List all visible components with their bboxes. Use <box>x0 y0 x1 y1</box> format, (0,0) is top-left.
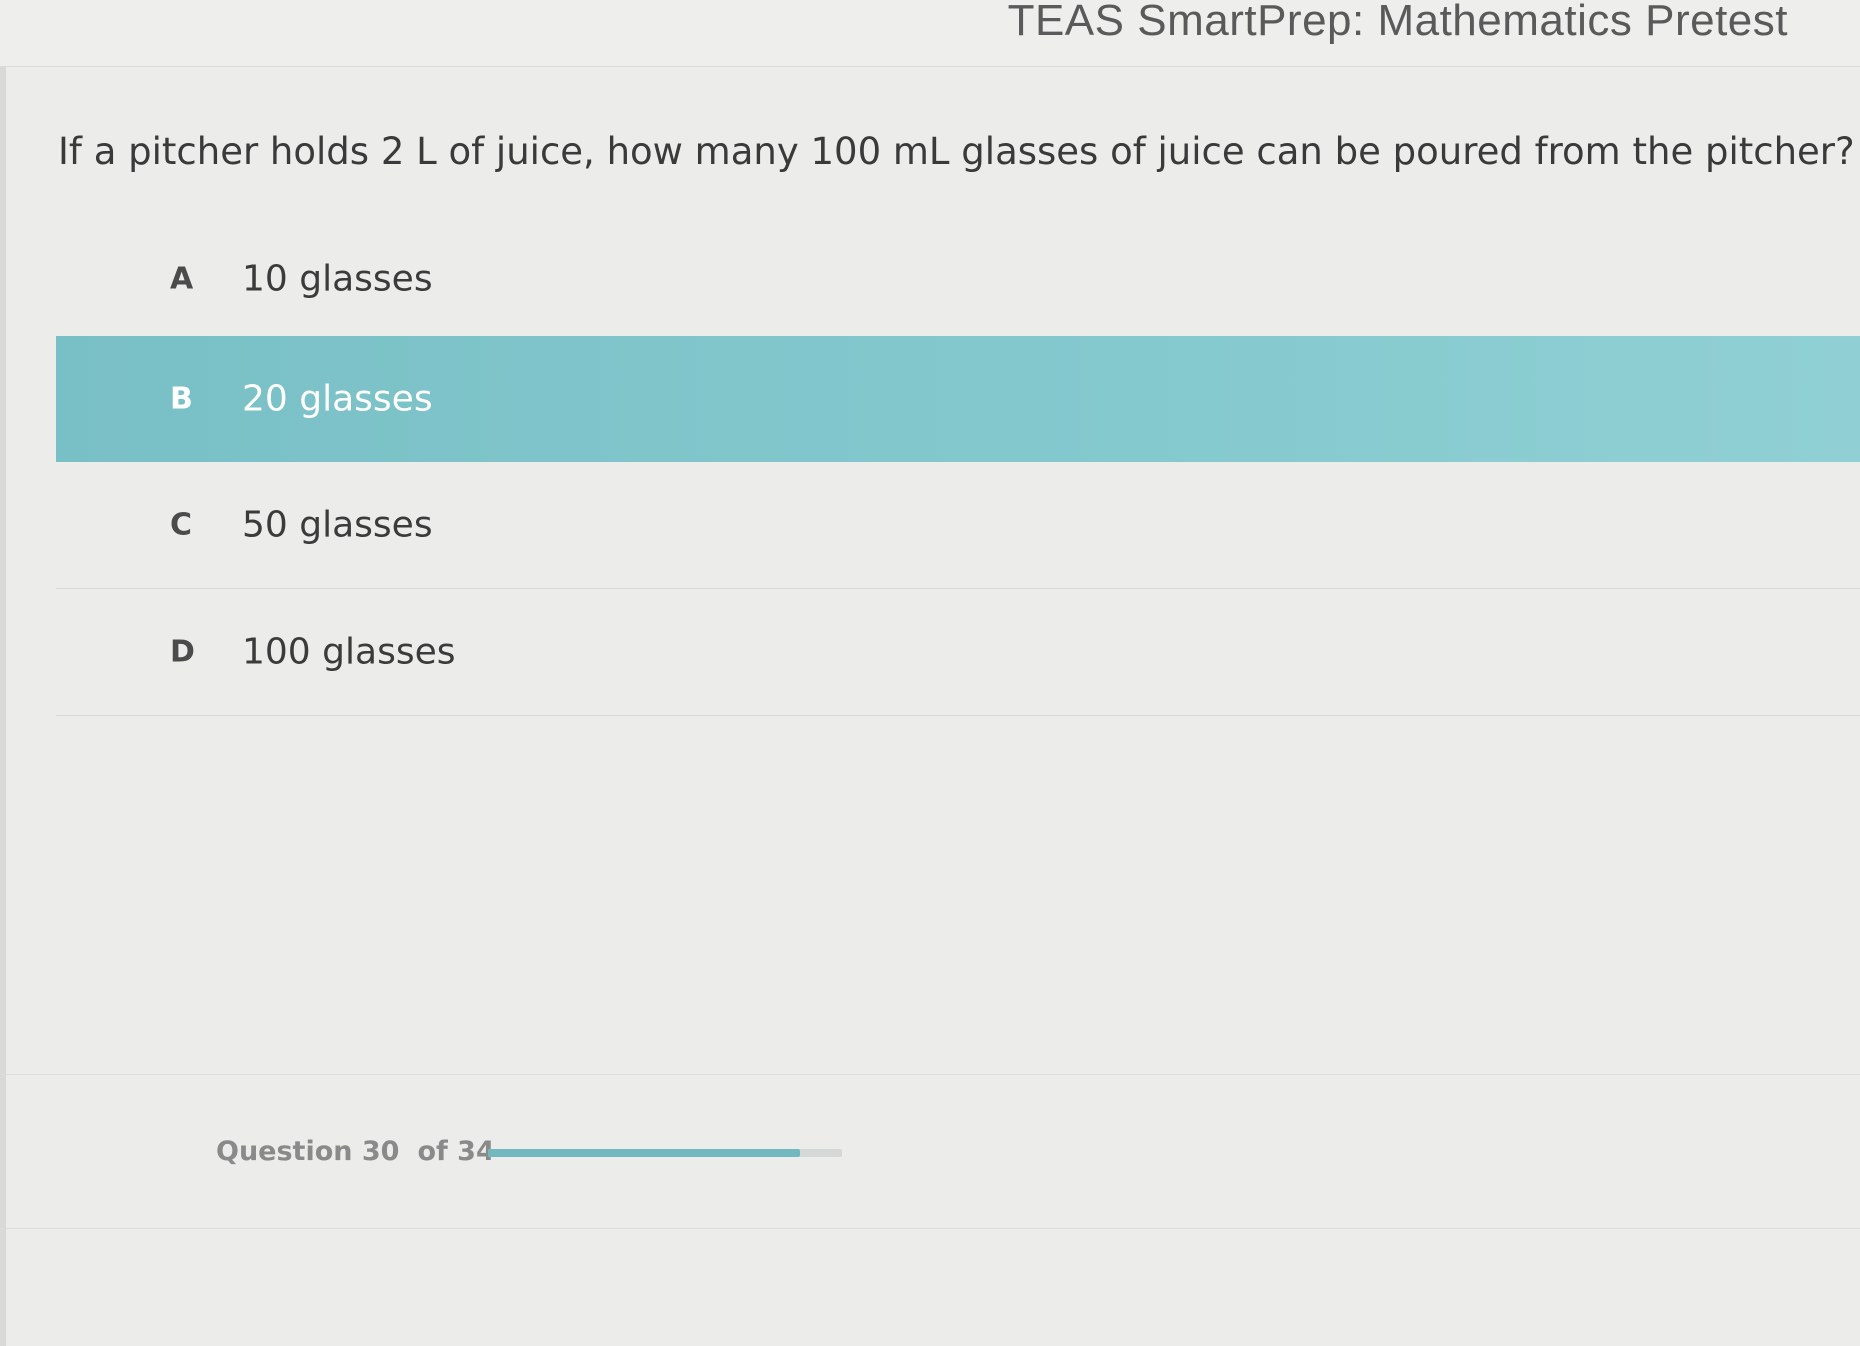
option-c[interactable]: C 50 glasses <box>56 462 1860 589</box>
option-letter: A <box>170 261 194 297</box>
footer-divider-top <box>0 1074 1860 1075</box>
footer-divider-bottom <box>0 1228 1860 1229</box>
page-title: TEAS SmartPrep: Mathematics Pretest <box>1007 0 1788 45</box>
option-text: 10 glasses <box>242 258 433 300</box>
option-d[interactable]: D 100 glasses <box>56 589 1860 716</box>
option-text: 100 glasses <box>242 631 456 673</box>
option-letter: B <box>170 381 193 417</box>
option-a[interactable]: A 10 glasses <box>56 222 1860 336</box>
progress-bar-fill <box>488 1149 800 1157</box>
question-number: Question 30 <box>216 1136 400 1167</box>
header-bar: TEAS SmartPrep: Mathematics Pretest <box>0 0 1860 67</box>
question-total: of 34 <box>417 1136 495 1167</box>
progress-bar <box>488 1149 842 1157</box>
option-text: 20 glasses <box>242 378 433 420</box>
window-edge <box>0 0 6 1346</box>
option-letter: D <box>170 634 195 670</box>
answer-options: A 10 glasses B 20 glasses C 50 glasses D… <box>56 222 1860 716</box>
option-text: 50 glasses <box>242 504 433 546</box>
option-b[interactable]: B 20 glasses <box>56 336 1860 462</box>
question-text: If a pitcher holds 2 L of juice, how man… <box>58 130 1855 173</box>
option-letter: C <box>170 507 193 543</box>
progress-label: Question 30 of 34 <box>216 1136 513 1167</box>
